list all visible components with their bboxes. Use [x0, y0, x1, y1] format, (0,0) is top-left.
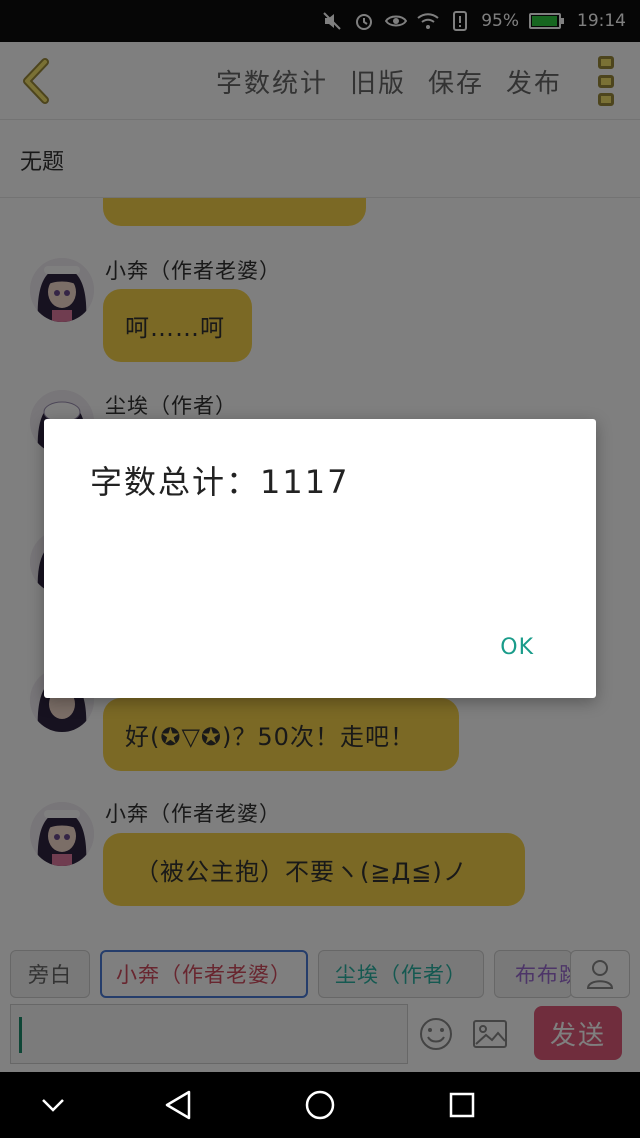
back-triangle-icon[interactable]: [160, 1087, 196, 1123]
navigation-bar: [0, 1072, 640, 1138]
recents-square-icon[interactable]: [444, 1087, 480, 1123]
dialog-message: 字数总计：1117: [90, 463, 350, 501]
chevron-down-icon[interactable]: [35, 1087, 71, 1123]
ok-button[interactable]: OK: [500, 635, 534, 660]
word-count-dialog: 字数总计：1117 OK: [44, 419, 596, 698]
home-circle-icon[interactable]: [302, 1087, 338, 1123]
